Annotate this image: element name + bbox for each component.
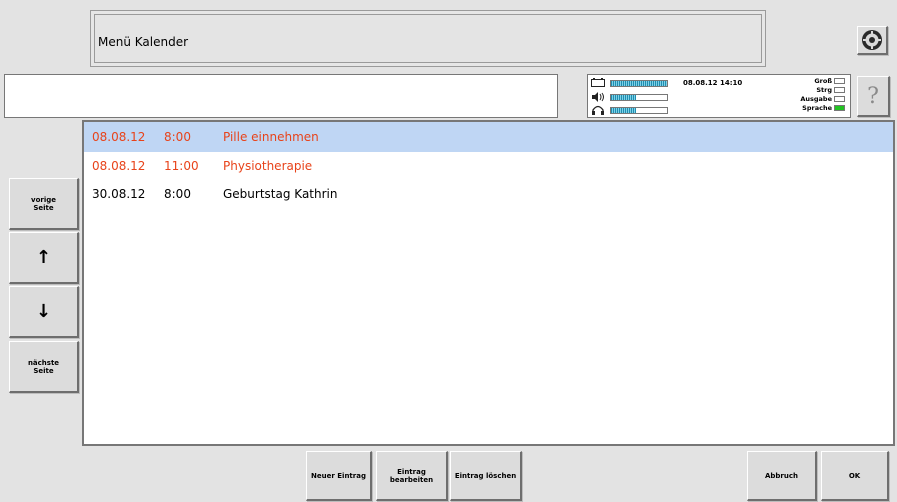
entry-date: 08.08.12 — [92, 159, 146, 173]
status-panel: 08.08.12 14:10 Groß Strg Ausgabe Sprache — [587, 74, 851, 118]
scroll-down-button[interactable]: ↓ — [9, 286, 79, 338]
entry-title: Geburtstag Kathrin — [223, 187, 338, 201]
battery-icon — [591, 78, 605, 87]
page-title: Menü Kalender — [98, 35, 189, 49]
flag-box-ausgabe — [834, 96, 845, 102]
entry-title: Pille einnehmen — [223, 130, 319, 144]
flag-label-ausgabe: Ausgabe — [800, 95, 832, 103]
list-item[interactable]: 08.08.12 8:00 Pille einnehmen — [84, 122, 893, 152]
cancel-button[interactable]: Abbruch — [747, 451, 817, 501]
entry-date: 30.08.12 — [92, 187, 146, 201]
help-button[interactable]: ? — [857, 76, 890, 117]
battery-meter — [610, 80, 668, 87]
title-panel-inner: Menü Kalender — [94, 14, 762, 63]
status-datetime: 08.08.12 14:10 — [683, 79, 743, 87]
speaker-meter-fill — [611, 95, 637, 100]
battery-meter-fill — [611, 81, 667, 86]
delete-entry-button[interactable]: Eintrag löschen — [450, 451, 522, 501]
entry-time: 8:00 — [164, 187, 191, 201]
ok-button[interactable]: OK — [821, 451, 889, 501]
flag-label-gross: Groß — [814, 77, 832, 85]
list-item[interactable]: 08.08.12 11:00 Physiotherapie — [84, 151, 893, 181]
entry-time: 11:00 — [164, 159, 199, 173]
arrow-down-icon: ↓ — [35, 300, 52, 322]
headphones-meter — [610, 107, 668, 114]
arrow-up-icon: ↑ — [35, 246, 52, 268]
next-page-button[interactable]: nächste Seite — [9, 341, 79, 393]
flag-box-sprache — [834, 105, 845, 111]
edit-entry-button[interactable]: Eintrag bearbeiten — [376, 451, 448, 501]
flag-box-gross — [834, 78, 845, 84]
headphones-meter-fill — [611, 108, 637, 113]
headphones-icon — [592, 105, 604, 115]
calendar-entry-list[interactable]: 08.08.12 8:00 Pille einnehmen 08.08.12 1… — [82, 120, 895, 446]
help-icon: ? — [867, 83, 879, 109]
flag-label-strg: Strg — [816, 86, 832, 94]
new-entry-button[interactable]: Neuer Eintrag — [306, 451, 372, 501]
flag-label-sprache: Sprache — [802, 104, 832, 112]
entry-title: Physiotherapie — [223, 159, 313, 173]
title-panel: Menü Kalender — [90, 10, 766, 67]
speaker-meter — [610, 94, 668, 101]
text-input-bar[interactable] — [4, 74, 558, 118]
list-item[interactable]: 30.08.12 8:00 Geburtstag Kathrin — [84, 179, 893, 209]
flag-box-strg — [834, 87, 845, 93]
speaker-icon — [592, 92, 604, 102]
entry-date: 08.08.12 — [92, 130, 146, 144]
gear-icon — [862, 30, 882, 50]
scroll-up-button[interactable]: ↑ — [9, 232, 79, 284]
entry-time: 8:00 — [164, 130, 191, 144]
settings-button[interactable] — [857, 26, 888, 55]
previous-page-button[interactable]: vorige Seite — [9, 178, 79, 230]
